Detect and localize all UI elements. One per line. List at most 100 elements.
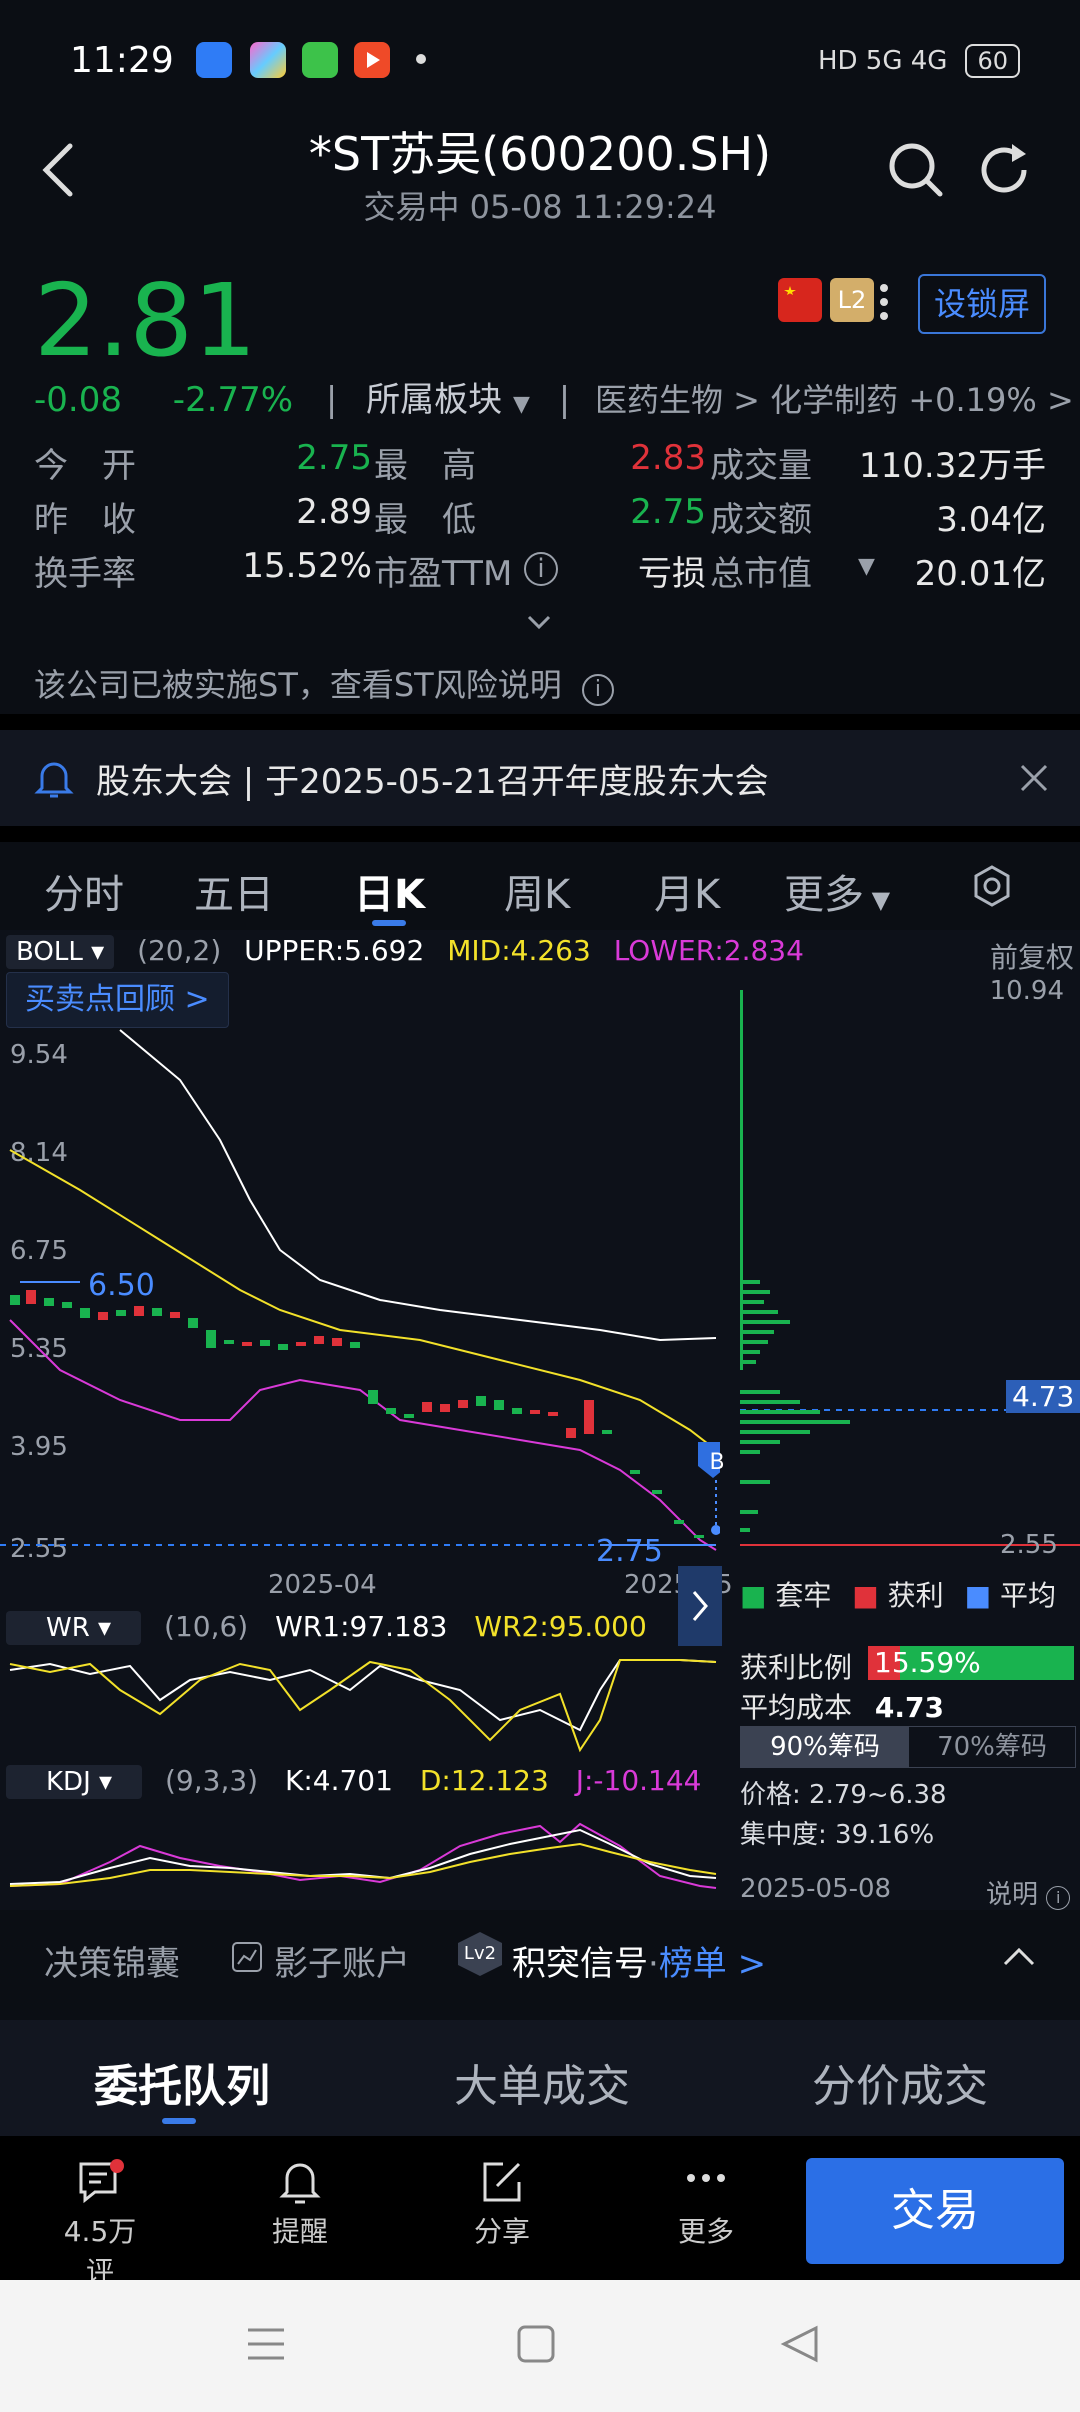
tab-price-volume[interactable]: 分价成交 [812, 2050, 988, 2114]
tab-70-chips[interactable]: 70%筹码 [909, 1727, 1075, 1767]
signal-link[interactable]: 积突信号·榜单 > [512, 1936, 766, 1985]
candle [386, 1408, 396, 1414]
chip-bar [740, 1340, 768, 1344]
meeting-notice[interactable]: 股东大会 | 于2025-05-21召开年度股东大会 [0, 730, 1080, 826]
x-tick: 2025-04 [268, 1570, 377, 1600]
rank-link[interactable]: 榜单 > [659, 1944, 766, 1984]
decision-kit-link[interactable]: 决策锦囊 [44, 1936, 180, 1985]
candle [152, 1308, 162, 1316]
boll-mid: MID:4.263 [447, 934, 591, 967]
boll-lower: LOWER:2.834 [613, 934, 804, 967]
settings-icon[interactable] [970, 864, 1014, 908]
close-icon[interactable] [1020, 764, 1048, 792]
chip-price-range: 价格: 2.79~6.38 [740, 1780, 947, 1810]
battery-icon: 60 [965, 44, 1020, 78]
chip-distribution[interactable] [740, 980, 1080, 1560]
comment-icon [79, 2159, 124, 2204]
wr-chart[interactable] [0, 1650, 720, 1760]
candle [566, 1428, 576, 1438]
sector-label[interactable]: 所属板块 [366, 380, 502, 420]
red-video-app-icon [354, 42, 390, 78]
adjust-mode[interactable]: 前复权 [990, 936, 1074, 976]
tab-90-chips[interactable]: 90%筹码 [741, 1727, 909, 1767]
st-risk-notice[interactable]: 该公司已被实施ST，查看ST风险说明 i [34, 660, 614, 706]
candle [652, 1490, 662, 1494]
chevron-up-icon[interactable] [1002, 1946, 1036, 1968]
more-vertical-icon[interactable] [880, 282, 888, 322]
tab-weekly-k[interactable]: 周K [504, 862, 570, 920]
candle [602, 1430, 612, 1434]
more-label: 更多 [677, 2215, 734, 2248]
avg-cost-tag: 4.73 [1006, 1380, 1080, 1413]
expand-chip-button[interactable] [678, 1566, 722, 1646]
search-icon[interactable] [886, 140, 946, 200]
tab-five-day[interactable]: 五日 [194, 862, 274, 920]
menu-icon[interactable] [246, 2324, 286, 2364]
tab-monthly-k[interactable]: 月K [654, 862, 720, 920]
candle [44, 1298, 54, 1306]
candle [26, 1290, 36, 1304]
tab-intraday[interactable]: 分时 [44, 862, 124, 920]
candle [314, 1336, 324, 1344]
label-low: 最 低 [374, 500, 476, 540]
label-turnover-amount: 成交额 [710, 500, 812, 540]
shadow-account-link[interactable]: 影子账户 [274, 1936, 410, 1985]
quote-row: 换手率 15.52% 市盈TTM i 亏损 总市值 ▼ 20.01亿 [34, 546, 1046, 602]
comments-button[interactable]: 4.5万评 [50, 2158, 150, 2288]
buy-marker[interactable]: B [702, 1450, 732, 1475]
chip-bar [740, 1440, 780, 1444]
candle [494, 1400, 504, 1410]
sector-path[interactable]: 医药生物 > 化学制药 +0.19% > [595, 381, 1074, 419]
shadow-account-icon [232, 1942, 262, 1972]
boll-upper: UPPER:5.692 [244, 934, 425, 967]
st-risk-text: 该公司已被实施ST，查看ST风险说明 [34, 666, 562, 704]
kdj-selector[interactable]: KDJ ▾ [6, 1765, 143, 1799]
chip-explain-link[interactable]: 说明 i [986, 1874, 1071, 1911]
kdj-chart[interactable] [0, 1806, 720, 1916]
dropdown-icon: ▼ [864, 886, 891, 914]
candle [10, 1295, 20, 1305]
meeting-text: 股东大会 | 于2025-05-21召开年度股东大会 [96, 762, 769, 802]
chip-bars [740, 990, 850, 1532]
home-icon[interactable] [516, 2324, 556, 2364]
tab-daily-k[interactable]: 日K [354, 862, 425, 920]
chip-bar [740, 1300, 764, 1304]
status-indicators: HD 5G 4G 60 [818, 44, 1020, 78]
signal-dot: · [648, 1944, 659, 1984]
network-icon: HD 5G 4G [817, 46, 948, 76]
wr-selector[interactable]: WR ▾ [6, 1611, 142, 1645]
lock-screen-button[interactable]: 设锁屏 [918, 274, 1046, 334]
label-market-cap[interactable]: 总市值 [710, 546, 812, 595]
l2-badge[interactable]: L2 [830, 278, 874, 322]
chip-bar [740, 1350, 760, 1354]
tab-more[interactable]: 更多 ▼ [784, 862, 890, 920]
value-high: 2.83 [630, 438, 706, 478]
back-triangle-icon[interactable] [780, 2324, 820, 2364]
share-button[interactable]: 分享 [452, 2158, 552, 2262]
boll-selector[interactable]: BOLL ▾ [6, 935, 115, 969]
tab-order-queue[interactable]: 委托队列 [94, 2050, 270, 2114]
trade-button[interactable]: 交易 [806, 2158, 1064, 2264]
refresh-icon[interactable] [976, 140, 1036, 200]
chevron-down-icon[interactable] [526, 612, 552, 632]
more-button[interactable]: 更多 [656, 2158, 756, 2262]
label-pe-ttm[interactable]: 市盈TTM [374, 546, 512, 595]
info-icon[interactable]: i [524, 552, 558, 586]
tab-big-orders[interactable]: 大单成交 [454, 2050, 630, 2114]
dropdown-icon[interactable]: ▼ [858, 554, 875, 579]
legend-trapped: 套牢 [775, 1579, 832, 1612]
lv2-badge: Lv2 [458, 1932, 502, 1976]
chip-bar [740, 1320, 790, 1324]
green-app-icon [302, 42, 338, 78]
chip-bar [740, 1390, 780, 1394]
period-tabs: 分时 五日 日K 周K 月K 更多 ▼ [0, 846, 1080, 926]
kdj-d-value: D:12.123 [419, 1764, 549, 1797]
dot-icon [416, 54, 426, 64]
remind-button[interactable]: 提醒 [250, 2158, 350, 2262]
high-price-mark: 6.50 [88, 1268, 155, 1303]
chip-range-tabs: 90%筹码 70%筹码 [740, 1726, 1076, 1768]
info-icon[interactable]: i [581, 674, 614, 706]
wr1-value: WR1:97.183 [275, 1610, 448, 1643]
candle [170, 1312, 180, 1318]
candle [278, 1344, 288, 1350]
